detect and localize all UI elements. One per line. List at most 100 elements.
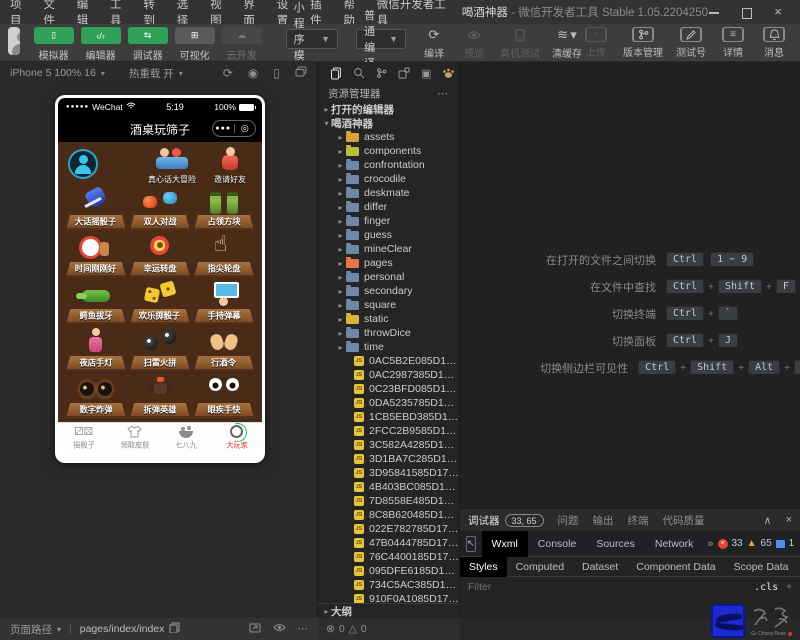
- paw-icon[interactable]: [442, 67, 455, 79]
- panel-tab-调试器[interactable]: 调试器 33, 65: [468, 513, 544, 528]
- style-tab-Component Data[interactable]: Component Data: [627, 557, 724, 577]
- multi-window-icon[interactable]: [295, 66, 307, 80]
- avatar[interactable]: [8, 27, 20, 55]
- file-095DFE6185D172BF6F...[interactable]: JS 095DFE6185D172BF6F...: [318, 564, 459, 578]
- tab-摇骰子[interactable]: ⚂⚄ 摇骰子: [58, 423, 109, 452]
- game-数字炸弹[interactable]: 数字炸弹: [64, 372, 128, 418]
- panel-tab-问题[interactable]: 问题: [558, 513, 579, 528]
- cls-button[interactable]: .cls: [754, 582, 778, 593]
- user-avatar-icon[interactable]: [68, 149, 98, 179]
- search-icon[interactable]: [353, 67, 365, 79]
- folder-crocodile[interactable]: ▸ crocodile: [318, 172, 459, 186]
- game-手持弹幕[interactable]: 手持弹幕: [192, 278, 256, 324]
- style-tab-Styles[interactable]: Styles: [460, 556, 507, 577]
- panel-tab-代码质量[interactable]: 代码质量: [663, 513, 705, 528]
- devtools-tab-Wxml[interactable]: Wxml: [481, 530, 528, 557]
- game-鳄鱼拔牙[interactable]: 鳄鱼拔牙: [64, 278, 128, 324]
- file-8C8B620485D172BFEA...[interactable]: JS 8C8B620485D172BFEA...: [318, 508, 459, 522]
- action-测试号[interactable]: 测试号: [676, 27, 706, 59]
- folder-square[interactable]: ▸ square: [318, 298, 459, 312]
- folder-personal[interactable]: ▸ personal: [318, 270, 459, 284]
- panel-tab-终端[interactable]: 终端: [628, 513, 649, 528]
- folder-throwDice[interactable]: ▸ throwDice: [318, 326, 459, 340]
- more-actions-icon[interactable]: ⋯: [437, 87, 449, 100]
- style-tab-Dataset[interactable]: Dataset: [573, 557, 627, 577]
- mode-select[interactable]: 小程序模式▼: [285, 2, 339, 78]
- folder-pages[interactable]: ▸ pages: [318, 256, 459, 270]
- files-icon[interactable]: [330, 67, 342, 80]
- file-1CB5EBD385D172BF7A...[interactable]: JS 1CB5EBD385D172BF7A...: [318, 410, 459, 424]
- game-指尖轮盘[interactable]: 指尖轮盘: [192, 231, 256, 277]
- open-window-icon[interactable]: [249, 622, 261, 636]
- outline-section[interactable]: ▸ 大纲: [318, 603, 459, 618]
- filter-input[interactable]: [468, 581, 755, 593]
- rotate-icon[interactable]: ⟳: [223, 66, 233, 80]
- minimize-icon[interactable]: [708, 6, 720, 18]
- file-0DA5235785D172BF6B...[interactable]: JS 0DA5235785D172BF6B...: [318, 396, 459, 410]
- mode-button-调试器[interactable]: ⇆ 调试器: [126, 27, 170, 62]
- compile-mode-select[interactable]: 普通编译▼: [356, 10, 406, 70]
- game-幸运转盘[interactable]: 幸运转盘: [128, 231, 192, 277]
- game-占领方块[interactable]: 占领方块: [192, 184, 256, 230]
- file-910F0A1085D172BFF7...[interactable]: JS 910F0A1085D172BFF7...: [318, 592, 459, 603]
- device-icon[interactable]: ▯: [273, 66, 280, 80]
- add-style-icon[interactable]: +: [786, 582, 792, 593]
- collapse-panel-icon[interactable]: ∧: [764, 514, 772, 527]
- console-counts[interactable]: × 33 ▲ 65 1: [717, 538, 794, 549]
- devtools-tab-Console[interactable]: Console: [528, 531, 587, 557]
- more-icon[interactable]: ●●●: [213, 125, 234, 132]
- file-3D95841585D172BF5B...[interactable]: JS 3D95841585D172BF5B...: [318, 466, 459, 480]
- section-喝酒神器[interactable]: ▾ 喝酒神器: [318, 116, 459, 130]
- game-时间刚刚好[interactable]: 时间刚刚好: [64, 231, 128, 277]
- file-4B403BC085D172BF2D...[interactable]: JS 4B403BC085D172BF2D...: [318, 480, 459, 494]
- problems-summary[interactable]: ⊗ 0 △ 0: [318, 618, 460, 640]
- file-022E782785D172BF64...[interactable]: JS 022E782785D172BF64...: [318, 522, 459, 536]
- folder-differ[interactable]: ▸ differ: [318, 200, 459, 214]
- promo-邀请好友[interactable]: 邀请好友: [204, 145, 256, 185]
- action-详情[interactable]: ≡ 详情: [719, 27, 747, 59]
- element-picker-icon[interactable]: ↖: [466, 535, 476, 552]
- puzzle-icon[interactable]: [398, 67, 410, 79]
- folder-secondary[interactable]: ▸ secondary: [318, 284, 459, 298]
- folder-components[interactable]: ▸ components: [318, 144, 459, 158]
- game-夜店手灯[interactable]: 夜店手灯: [64, 325, 128, 371]
- folder-deskmate[interactable]: ▸ deskmate: [318, 186, 459, 200]
- devtools-tab-Network[interactable]: Network: [645, 531, 704, 557]
- game-行酒令[interactable]: 行酒令: [192, 325, 256, 371]
- game-双人对战[interactable]: 双人对战: [128, 184, 192, 230]
- action-编译[interactable]: ⟳ 编译: [420, 27, 448, 60]
- mode-button-云开发[interactable]: ☁ 云开发: [220, 27, 264, 62]
- style-tab-Scope Data[interactable]: Scope Data: [725, 557, 798, 577]
- file-0C23BFD085D172BF6A...[interactable]: JS 0C23BFD085D172BF6A...: [318, 382, 459, 396]
- close-icon[interactable]: ×: [772, 5, 784, 18]
- record-icon[interactable]: ◉: [248, 66, 258, 80]
- file-2FCC2B9585D172BF49...[interactable]: JS 2FCC2B9585D172BF49...: [318, 424, 459, 438]
- folder-guess[interactable]: ▸ guess: [318, 228, 459, 242]
- game-大话摇骰子[interactable]: 大话摇骰子: [64, 184, 128, 230]
- file-734C5AC385D172BF15...[interactable]: JS 734C5AC385D172BF15...: [318, 578, 459, 592]
- mode-button-模拟器[interactable]: ▯ 模拟器: [32, 27, 76, 62]
- folder-mineClear[interactable]: ▸ mineClear: [318, 242, 459, 256]
- action-版本管理[interactable]: 版本管理: [623, 27, 663, 59]
- save-icon[interactable]: ▣: [421, 67, 431, 80]
- tab-大玩家[interactable]: 大玩家: [211, 423, 262, 452]
- file-76C4400185D172BF10...[interactable]: JS 76C4400185D172BF10...: [318, 550, 459, 564]
- close-panel-icon[interactable]: ×: [786, 514, 792, 527]
- git-branch-icon[interactable]: [376, 67, 387, 79]
- mode-button-可视化[interactable]: ⊞ 可视化: [173, 27, 217, 62]
- file-0AC5B2E085D172BF6C...[interactable]: JS 0AC5B2E085D172BF6C...: [318, 354, 459, 368]
- mode-button-编辑器[interactable]: ‹/› 编辑器: [79, 27, 123, 62]
- file-7D8558E485D172BF1B...[interactable]: JS 7D8558E485D172BF1B...: [318, 494, 459, 508]
- game-拆弹英雄[interactable]: 拆弹英雄: [128, 372, 192, 418]
- tab-七八九[interactable]: 七八九: [160, 423, 211, 452]
- panel-tab-输出[interactable]: 输出: [593, 513, 614, 528]
- action-清缓存[interactable]: ≋ ▾ 清缓存: [552, 27, 582, 60]
- folder-time[interactable]: ▸ time: [318, 340, 459, 354]
- folder-confrontation[interactable]: ▸ confrontation: [318, 158, 459, 172]
- hot-reload-toggle[interactable]: 热重载 开: [129, 66, 174, 81]
- file-47B0444785D172BF21...[interactable]: JS 47B0444785D172BF21...: [318, 536, 459, 550]
- game-眼疾手快[interactable]: 眼疾手快: [192, 372, 256, 418]
- exit-icon[interactable]: ◎: [235, 123, 256, 134]
- file-3D1BA7C285D172BF5B...[interactable]: JS 3D1BA7C285D172BF5B...: [318, 452, 459, 466]
- game-扫雷火拼[interactable]: 扫雷火拼: [128, 325, 192, 371]
